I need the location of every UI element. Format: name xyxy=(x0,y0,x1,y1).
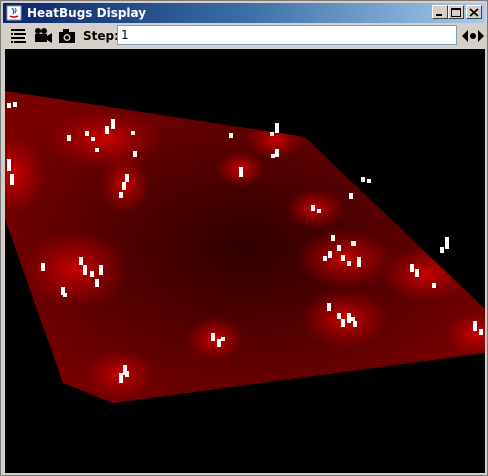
left-right-arrows-icon[interactable] xyxy=(461,27,485,45)
step-label: Step: xyxy=(83,29,119,43)
java-app-icon xyxy=(6,5,22,21)
maximize-button[interactable] xyxy=(448,5,464,19)
heatbugs-window: HeatBugs Display Step: 1 xyxy=(0,0,488,476)
minimize-button[interactable] xyxy=(432,5,448,19)
heat-surface-plot xyxy=(5,91,485,403)
title-bar[interactable]: HeatBugs Display xyxy=(3,3,485,23)
movie-camera-icon[interactable] xyxy=(33,26,53,46)
display-toolbar: Step: xyxy=(3,23,485,49)
heatbugs-3d-display[interactable] xyxy=(5,49,485,473)
camera-icon[interactable] xyxy=(57,26,77,46)
layers-icon[interactable] xyxy=(9,26,29,46)
window-title: HeatBugs Display xyxy=(27,6,147,20)
close-button[interactable] xyxy=(466,5,482,19)
step-field[interactable] xyxy=(117,25,457,45)
